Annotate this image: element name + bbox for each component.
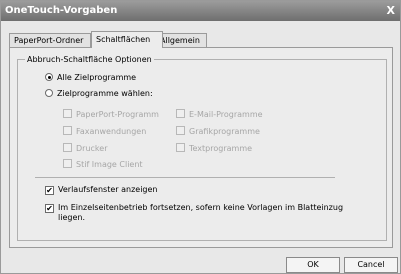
checkbox-printer[interactable]: Drucker — [63, 143, 107, 154]
checkbox-fax-apps[interactable]: Faxanwendungen — [63, 126, 146, 137]
radio-label: Alle Zielprogramme — [57, 73, 137, 82]
tab-paperport-folder[interactable]: PaperPort-Ordner — [9, 33, 91, 47]
onetouch-settings-dialog: OneTouch-Vorgaben X PaperPort-Ordner Sch… — [0, 0, 401, 274]
close-icon[interactable]: X — [387, 4, 395, 17]
checkbox-continue-single-page[interactable]: ✔ Im Einzelseitenbetrieb fortsetzen, sofe… — [45, 203, 343, 213]
tab-buttons[interactable]: Schaltflächen — [91, 31, 163, 48]
checkbox[interactable] — [176, 126, 185, 135]
checkbox[interactable] — [63, 109, 72, 118]
checkbox-label: Textprogramme — [189, 144, 253, 153]
checkbox-checked[interactable]: ✔ — [45, 204, 54, 213]
checkbox-label: Grafikprogramme — [189, 127, 260, 136]
radio-all-targets[interactable]: Alle Zielprogramme — [45, 73, 136, 83]
checkbox[interactable] — [176, 109, 185, 118]
checkbox-label: Stif Image Client — [76, 160, 143, 169]
checkbox[interactable] — [176, 143, 185, 152]
checkbox-label: Drucker — [76, 144, 108, 153]
radio-choose-targets[interactable]: Zielprogramme wählen: — [45, 89, 153, 99]
checkbox[interactable] — [63, 159, 72, 168]
checkbox[interactable] — [63, 143, 72, 152]
checkbox-label: PaperPort-Programm — [76, 110, 159, 119]
checkbox-show-history[interactable]: ✔ Verlaufsfenster anzeigen — [45, 185, 158, 195]
checkbox-graphics-programs[interactable]: Grafikprogramme — [176, 126, 260, 137]
checkbox-label-line1: Im Einzelseitenbetrieb fortsetzen, sofer… — [58, 203, 344, 212]
checkbox-label: Verlaufsfenster anzeigen — [58, 185, 158, 194]
title-bar[interactable]: OneTouch-Vorgaben X — [1, 1, 400, 21]
checkbox[interactable] — [63, 126, 72, 135]
checkbox-paperport-program[interactable]: PaperPort-Programm — [63, 109, 159, 120]
radio-selected-dot — [47, 75, 51, 79]
group-label: Abbruch-Schaltfläche Optionen — [25, 55, 154, 64]
window-title: OneTouch-Vorgaben — [5, 5, 118, 16]
ok-button[interactable]: OK — [286, 257, 340, 273]
checkbox-label-line2: liegen. — [58, 213, 85, 222]
checkbox-email-programs[interactable]: E-Mail-Programme — [176, 109, 263, 120]
checkbox-checked[interactable]: ✔ — [45, 186, 54, 195]
radio-button[interactable] — [45, 73, 53, 81]
checkbox-text-programs[interactable]: Textprogramme — [176, 143, 252, 154]
separator — [35, 177, 335, 178]
checkbox-label: Faxanwendungen — [76, 127, 147, 136]
checkbox-label: E-Mail-Programme — [189, 110, 263, 119]
cancel-button[interactable]: Cancel — [344, 257, 398, 273]
checkbox-stif-image-client[interactable]: Stif Image Client — [63, 159, 143, 170]
radio-button[interactable] — [45, 89, 53, 97]
radio-label: Zielprogramme wählen: — [57, 89, 153, 98]
